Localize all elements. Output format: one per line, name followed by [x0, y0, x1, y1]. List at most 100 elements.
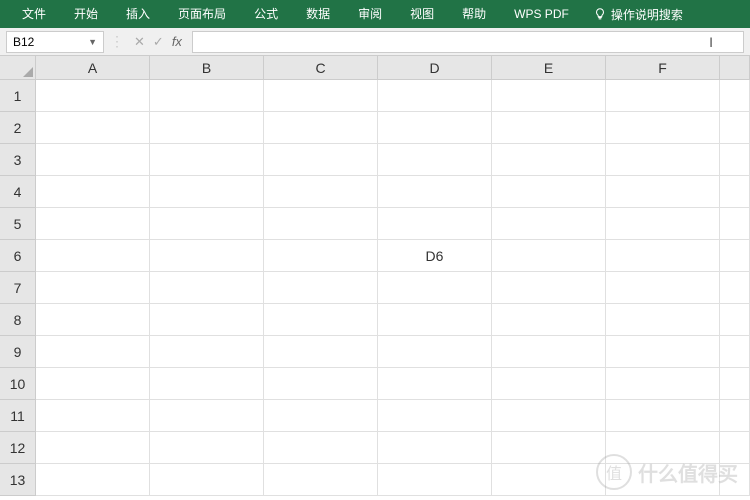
cell-d7[interactable] [378, 272, 492, 304]
cell-b1[interactable] [150, 80, 264, 112]
cell-e1[interactable] [492, 80, 606, 112]
cell-c4[interactable] [264, 176, 378, 208]
cell-e8[interactable] [492, 304, 606, 336]
cell-f6[interactable] [606, 240, 720, 272]
cell-c9[interactable] [264, 336, 378, 368]
cell-c5[interactable] [264, 208, 378, 240]
cell-b10[interactable] [150, 368, 264, 400]
cell-a9[interactable] [36, 336, 150, 368]
tab-insert[interactable]: 插入 [112, 0, 164, 28]
col-header-d[interactable]: D [378, 56, 492, 80]
col-header-e[interactable]: E [492, 56, 606, 80]
formula-input[interactable]: I [192, 31, 744, 53]
tab-file[interactable]: 文件 [8, 0, 60, 28]
cell-d13[interactable] [378, 464, 492, 496]
row-header-5[interactable]: 5 [0, 208, 36, 240]
cell-c8[interactable] [264, 304, 378, 336]
cell-e7[interactable] [492, 272, 606, 304]
cell-d6[interactable]: D6 [378, 240, 492, 272]
tab-wps-pdf[interactable]: WPS PDF [500, 0, 583, 28]
cell-d3[interactable] [378, 144, 492, 176]
col-header-partial[interactable] [720, 56, 750, 80]
cell-a4[interactable] [36, 176, 150, 208]
cell-f7[interactable] [606, 272, 720, 304]
cell-f2[interactable] [606, 112, 720, 144]
cell-9[interactable] [720, 336, 750, 368]
tab-data[interactable]: 数据 [292, 0, 344, 28]
row-header-6[interactable]: 6 [0, 240, 36, 272]
cell-e11[interactable] [492, 400, 606, 432]
tab-formulas[interactable]: 公式 [240, 0, 292, 28]
cell-3[interactable] [720, 144, 750, 176]
cell-c13[interactable] [264, 464, 378, 496]
cell-c3[interactable] [264, 144, 378, 176]
cell-b13[interactable] [150, 464, 264, 496]
cell-7[interactable] [720, 272, 750, 304]
cell-a11[interactable] [36, 400, 150, 432]
row-header-7[interactable]: 7 [0, 272, 36, 304]
tab-page-layout[interactable]: 页面布局 [164, 0, 240, 28]
cell-e3[interactable] [492, 144, 606, 176]
name-box[interactable]: B12 ▼ [6, 31, 104, 53]
tell-me-search[interactable]: 操作说明搜索 [583, 6, 693, 23]
cell-b5[interactable] [150, 208, 264, 240]
cell-b3[interactable] [150, 144, 264, 176]
confirm-button[interactable]: ✓ [153, 34, 164, 50]
cell-d9[interactable] [378, 336, 492, 368]
cell-f8[interactable] [606, 304, 720, 336]
row-header-10[interactable]: 10 [0, 368, 36, 400]
cell-d5[interactable] [378, 208, 492, 240]
cell-f1[interactable] [606, 80, 720, 112]
cell-b7[interactable] [150, 272, 264, 304]
cell-4[interactable] [720, 176, 750, 208]
cell-2[interactable] [720, 112, 750, 144]
cell-b8[interactable] [150, 304, 264, 336]
cell-c2[interactable] [264, 112, 378, 144]
cell-e4[interactable] [492, 176, 606, 208]
col-header-b[interactable]: B [150, 56, 264, 80]
cell-e2[interactable] [492, 112, 606, 144]
cell-d4[interactable] [378, 176, 492, 208]
cell-a8[interactable] [36, 304, 150, 336]
cell-e10[interactable] [492, 368, 606, 400]
cell-a12[interactable] [36, 432, 150, 464]
cell-f4[interactable] [606, 176, 720, 208]
cell-d12[interactable] [378, 432, 492, 464]
cell-c10[interactable] [264, 368, 378, 400]
cell-d2[interactable] [378, 112, 492, 144]
cell-a3[interactable] [36, 144, 150, 176]
cell-a6[interactable] [36, 240, 150, 272]
cell-5[interactable] [720, 208, 750, 240]
cell-a5[interactable] [36, 208, 150, 240]
row-header-4[interactable]: 4 [0, 176, 36, 208]
cell-b2[interactable] [150, 112, 264, 144]
cell-e9[interactable] [492, 336, 606, 368]
cell-e13[interactable] [492, 464, 606, 496]
cell-f5[interactable] [606, 208, 720, 240]
fx-button[interactable]: fx [172, 34, 182, 50]
cell-f10[interactable] [606, 368, 720, 400]
row-header-11[interactable]: 11 [0, 400, 36, 432]
cell-10[interactable] [720, 368, 750, 400]
row-header-8[interactable]: 8 [0, 304, 36, 336]
row-header-12[interactable]: 12 [0, 432, 36, 464]
cell-b12[interactable] [150, 432, 264, 464]
row-header-3[interactable]: 3 [0, 144, 36, 176]
cell-f9[interactable] [606, 336, 720, 368]
cell-d8[interactable] [378, 304, 492, 336]
row-header-9[interactable]: 9 [0, 336, 36, 368]
cell-b6[interactable] [150, 240, 264, 272]
chevron-down-icon[interactable]: ▼ [88, 37, 97, 47]
cell-d1[interactable] [378, 80, 492, 112]
cell-e12[interactable] [492, 432, 606, 464]
cell-c6[interactable] [264, 240, 378, 272]
cell-b4[interactable] [150, 176, 264, 208]
tab-view[interactable]: 视图 [396, 0, 448, 28]
cell-8[interactable] [720, 304, 750, 336]
row-header-2[interactable]: 2 [0, 112, 36, 144]
cell-a7[interactable] [36, 272, 150, 304]
cell-c11[interactable] [264, 400, 378, 432]
cell-6[interactable] [720, 240, 750, 272]
col-header-c[interactable]: C [264, 56, 378, 80]
cell-b11[interactable] [150, 400, 264, 432]
